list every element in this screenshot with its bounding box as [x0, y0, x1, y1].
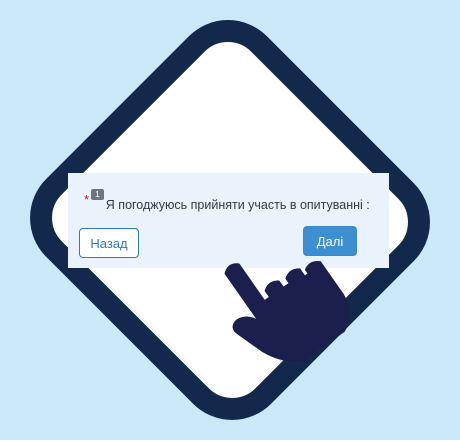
survey-card: * 1 Я погоджуюсь прийняти участь в опиту…: [68, 173, 389, 268]
required-asterisk-icon: *: [84, 192, 90, 207]
next-button[interactable]: Далі: [303, 226, 357, 256]
question-row: * 1 Я погоджуюсь прийняти участь в опиту…: [84, 189, 385, 213]
question-number-badge: 1: [91, 189, 104, 200]
question-text: Я погоджуюсь прийняти участь в опитуванн…: [105, 198, 370, 212]
back-button[interactable]: Назад: [79, 228, 139, 258]
